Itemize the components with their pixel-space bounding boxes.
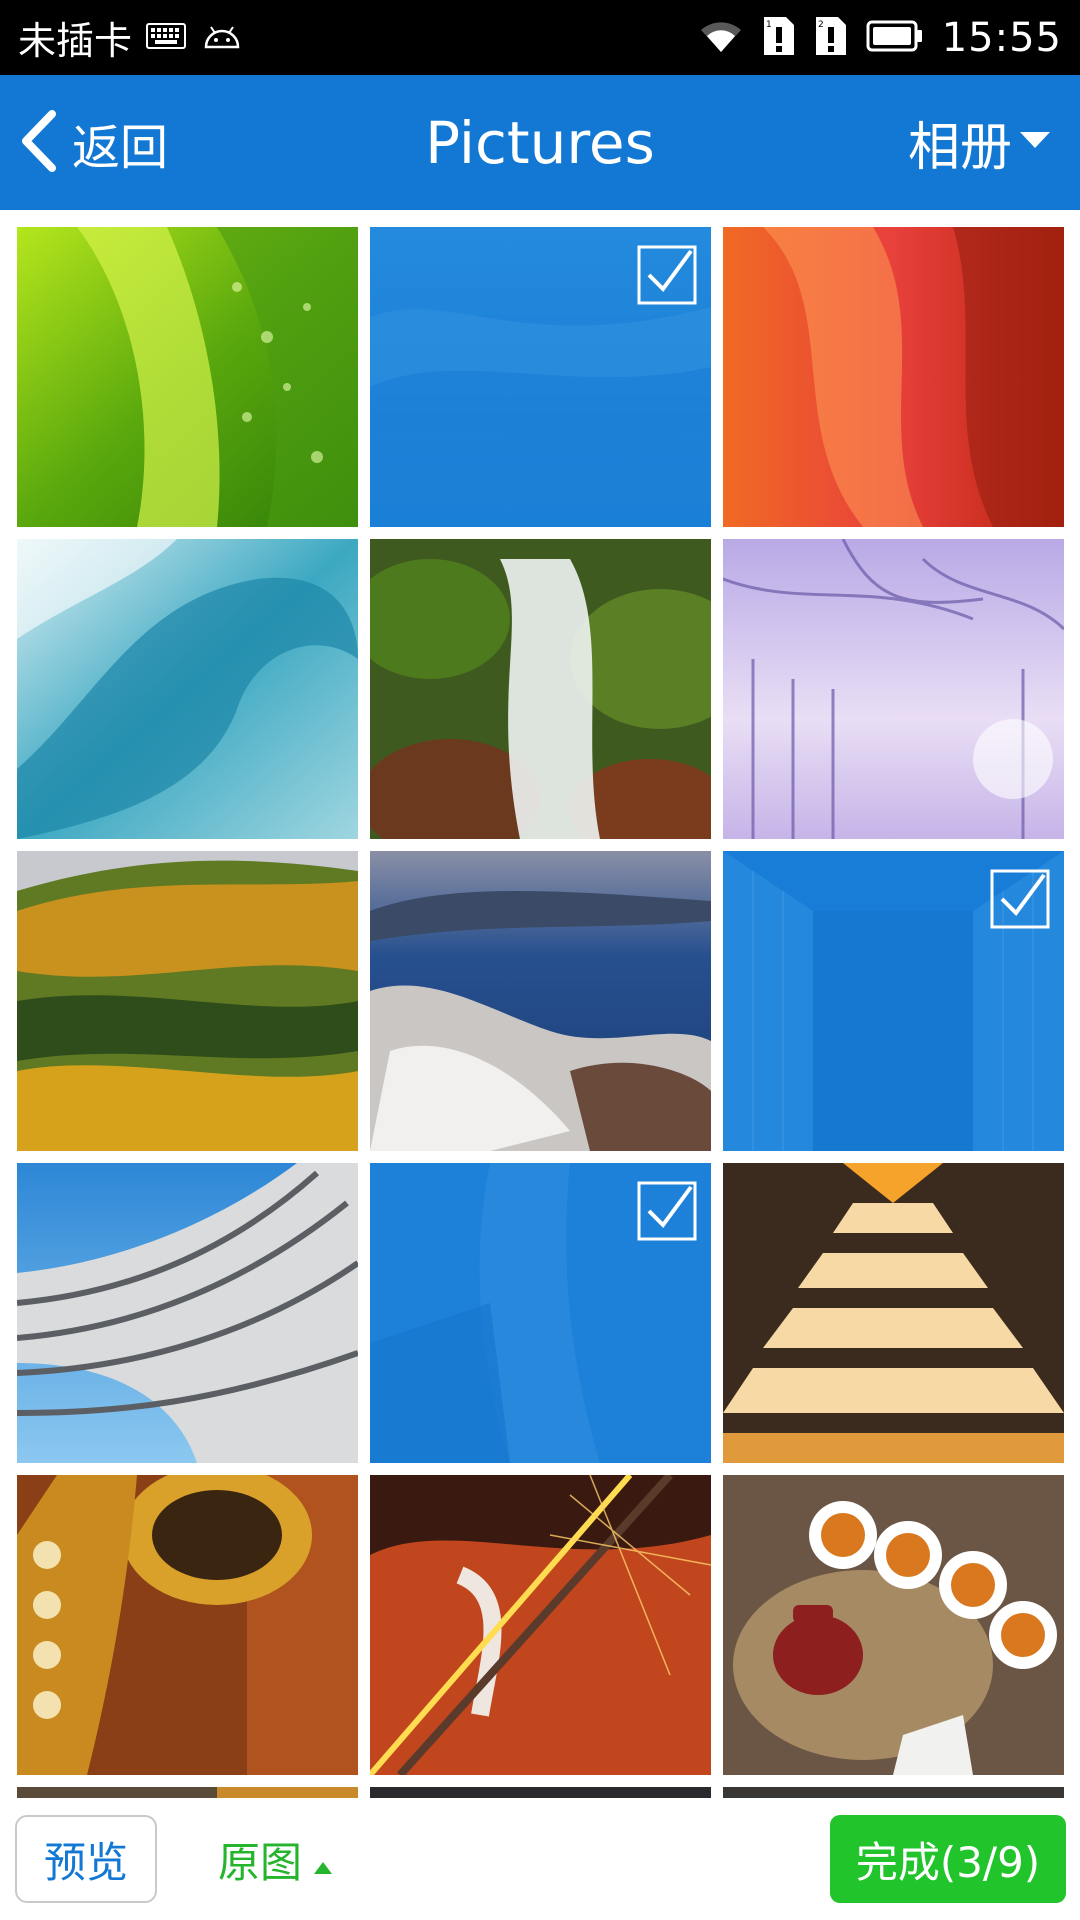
original-image-toggle[interactable]: 原图 — [218, 1815, 333, 1903]
leaf-image — [17, 227, 358, 527]
done-button[interactable]: 完成(3/9) — [830, 1815, 1066, 1903]
image-tile[interactable] — [17, 1163, 358, 1463]
photo-picker-screen: 未插卡 1 2 15:55 返回 Pictures 相册 预览 原图 完成(3/… — [0, 0, 1080, 1920]
image-tile[interactable] — [723, 539, 1064, 839]
image-tile[interactable] — [370, 227, 711, 527]
waterfall-image — [370, 539, 711, 839]
violin-sparks-image — [370, 1475, 711, 1775]
lake-driftwood-image — [370, 851, 711, 1151]
wifi-icon — [698, 18, 744, 58]
bottom-bar: 预览 原图 完成(3/9) — [0, 1798, 1080, 1920]
album-dropdown[interactable]: 相册 — [908, 75, 1050, 210]
album-label: 相册 — [907, 118, 1012, 178]
image-tile[interactable] — [723, 1163, 1064, 1463]
checkbox-checked-icon[interactable] — [990, 869, 1050, 929]
image-tile[interactable] — [723, 1475, 1064, 1775]
back-button[interactable]: 返回 — [18, 75, 168, 210]
original-label: 原图 — [218, 1837, 303, 1887]
keyboard-icon — [146, 22, 187, 53]
image-tile[interactable] — [370, 851, 711, 1151]
sim1-alert-icon: 1 — [762, 15, 796, 61]
autumn-hills-image — [17, 851, 358, 1151]
sim2-alert-icon: 2 — [814, 15, 848, 61]
caret-down-icon — [1020, 131, 1050, 154]
checkbox-checked-icon[interactable] — [637, 1181, 697, 1241]
caret-up-icon — [314, 1835, 333, 1884]
saxophone-image — [17, 1475, 358, 1775]
image-tile[interactable] — [17, 1475, 358, 1775]
checkbox-checked-icon[interactable] — [637, 245, 697, 305]
snowy-forest-image — [723, 539, 1064, 839]
preview-button[interactable]: 预览 — [15, 1815, 157, 1903]
curved-building-image — [17, 1163, 358, 1463]
back-label: 返回 — [72, 119, 169, 176]
tea-set-image — [723, 1475, 1064, 1775]
done-label: 完成(3/9) — [855, 1837, 1041, 1887]
staircase-image — [723, 1163, 1064, 1463]
image-tile[interactable] — [723, 227, 1064, 527]
image-tile[interactable] — [17, 851, 358, 1151]
image-tile[interactable] — [370, 1475, 711, 1775]
ocean-wave-image — [17, 539, 358, 839]
image-tile[interactable] — [17, 227, 358, 527]
status-bar: 未插卡 1 2 15:55 — [0, 0, 1080, 75]
image-tile[interactable] — [17, 539, 358, 839]
canyon-image — [723, 227, 1064, 527]
android-icon — [202, 23, 242, 53]
clock: 15:55 — [941, 14, 1062, 61]
app-bar: 返回 Pictures 相册 — [0, 75, 1080, 210]
svg-text:1: 1 — [766, 20, 772, 30]
battery-icon — [866, 20, 924, 56]
image-tile[interactable] — [723, 851, 1064, 1151]
carrier-status: 未插卡 — [18, 19, 133, 63]
svg-text:2: 2 — [818, 20, 824, 30]
image-tile[interactable] — [370, 539, 711, 839]
chevron-left-icon — [18, 109, 58, 176]
image-tile[interactable] — [370, 1163, 711, 1463]
